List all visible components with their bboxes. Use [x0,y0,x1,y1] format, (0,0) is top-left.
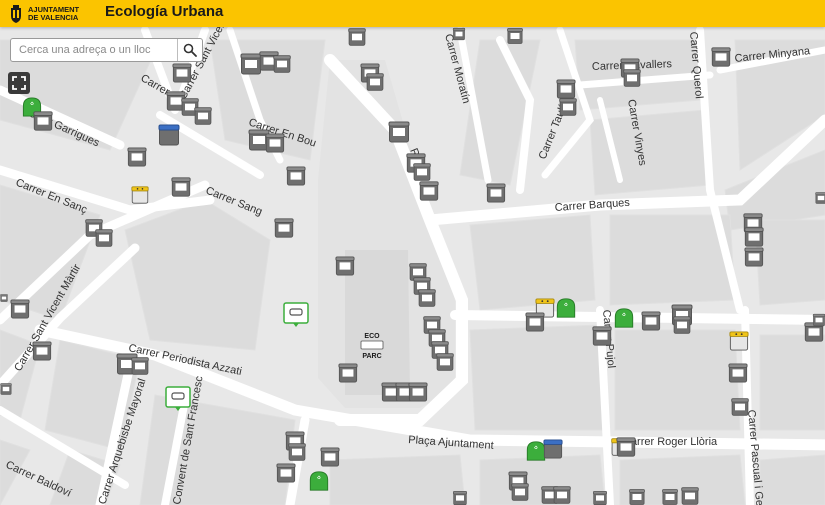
container-icon[interactable] [744,247,764,267]
container-icon[interactable] [556,79,576,99]
ecoparc-label-bottom: PARC [362,353,381,360]
container-icon[interactable] [274,218,294,238]
plastic-container-icon[interactable] [729,331,749,351]
map-canvas[interactable]: ♻ [0,27,825,505]
container-icon[interactable] [511,483,529,501]
container-icon[interactable] [673,316,691,334]
container-icon[interactable] [320,447,340,467]
container-icon[interactable] [812,313,825,327]
container-icon[interactable] [0,383,12,395]
container-icon[interactable] [815,192,825,204]
container-icon[interactable] [131,357,149,375]
container-icon[interactable] [171,177,191,197]
container-icon[interactable] [436,353,454,371]
container-icon[interactable] [728,363,748,383]
container-icon[interactable] [629,489,645,505]
container-icon[interactable] [388,121,410,143]
container-icon[interactable] [348,28,366,46]
fullscreen-button[interactable] [8,72,30,94]
container-icon[interactable] [33,111,53,131]
container-icon[interactable] [592,326,612,346]
container-icon[interactable] [553,486,571,504]
container-icon[interactable] [616,437,636,457]
paper-container-icon[interactable] [543,439,563,459]
ecoparc-label-top: ECO [364,333,380,340]
container-icon[interactable] [592,490,608,505]
container-icon[interactable] [32,341,52,361]
search-input[interactable] [11,39,177,61]
search-icon [183,43,197,57]
container-icon[interactable] [559,98,577,116]
container-icon[interactable] [172,63,192,83]
container-icon[interactable] [95,229,113,247]
glass-container-icon[interactable] [526,441,546,461]
container-icon[interactable] [452,27,466,41]
search-button[interactable] [177,39,202,61]
container-icon[interactable] [731,398,749,416]
container-icon[interactable] [194,107,212,125]
container-icon[interactable] [681,487,699,505]
coat-of-arms-icon [11,4,21,23]
app-title: Ecología Urbana [105,3,224,20]
container-icon[interactable] [419,181,439,201]
container-icon[interactable] [288,443,306,461]
search-box[interactable] [10,38,203,62]
container-icon[interactable] [641,311,661,331]
glass-container-icon[interactable] [309,471,329,491]
container-icon[interactable] [744,227,764,247]
paper-container-icon[interactable] [158,124,180,146]
glass-container-icon[interactable] [556,298,576,318]
container-icon[interactable] [413,163,431,181]
cleaning-point-marker[interactable] [283,302,309,328]
glass-container-icon[interactable] [614,308,634,328]
street-label-roger-lloria: Carrer Roger Llòria [623,436,718,448]
container-icon[interactable] [276,463,296,483]
container-icon[interactable] [10,299,30,319]
container-icon[interactable] [711,47,731,67]
container-icon[interactable] [127,147,147,167]
city-logo[interactable]: AJUNTAMENT DE VALENCIA [8,2,79,25]
container-icon[interactable] [452,490,468,505]
top-bar: AJUNTAMENT DE VALENCIA Ecología Urbana [0,0,825,27]
container-icon[interactable] [273,55,291,73]
container-icon[interactable] [240,53,262,75]
container-icon[interactable] [366,73,384,91]
container-icon[interactable] [408,382,428,402]
container-icon[interactable] [623,69,641,87]
container-icon[interactable] [525,312,545,332]
container-icon[interactable] [265,133,285,153]
container-icon[interactable] [486,183,506,203]
fullscreen-icon [12,76,26,90]
ecoparc-truck-icon [360,340,384,350]
container-icon[interactable] [662,489,678,505]
container-icon[interactable] [507,28,523,44]
container-icon[interactable] [0,293,8,303]
container-icon[interactable] [335,256,355,276]
container-icon[interactable] [286,166,306,186]
logo-line-2: DE VALENCIA [28,12,79,22]
container-icon[interactable] [338,363,358,383]
cleaning-point-marker[interactable] [165,386,191,412]
plastic-container-icon[interactable] [131,186,149,204]
container-icon[interactable] [418,289,436,307]
